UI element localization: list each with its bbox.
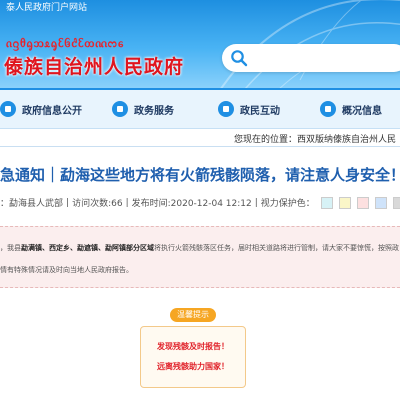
site-header: 泰人民政府门户网站 ᦵᦋᦲᧂᦘᦸᧂᦷᦑᦺᦷᦎᦶᦂᧈ 傣族自治州人民政府 bbox=[0, 0, 400, 88]
article-paragraph: 情有特殊情况请及时向当地人民政府报告。 bbox=[0, 266, 133, 274]
vision-protection-label: 视力保护色： bbox=[260, 199, 315, 209]
dai-script-title: ᦵᦋᦲᧂᦘᦸᧂᦷᦑᦺᦷᦎᦶᦂᧈ bbox=[6, 36, 125, 50]
info-icon bbox=[320, 101, 336, 117]
nav-label: 政务服务 bbox=[134, 105, 174, 117]
notice-box: 发现残骸及时报告！ 远离残骸助力国家！ bbox=[140, 326, 246, 388]
notice-badge: 温馨提示 bbox=[170, 308, 216, 322]
service-icon bbox=[112, 101, 128, 117]
color-swatch-pink[interactable] bbox=[356, 196, 369, 209]
nav-item-gov-info[interactable]: 政府信息公开 bbox=[0, 96, 82, 122]
color-swatch-yellow[interactable] bbox=[338, 196, 351, 209]
breadcrumb[interactable]: 您现在的位置：西双版纳傣族自治州人民 bbox=[234, 132, 396, 145]
article-time: 发布时间:2020-12-04 12:12 bbox=[131, 199, 252, 209]
search-input[interactable] bbox=[222, 44, 400, 72]
article-source: ：勐海县人武部 bbox=[0, 199, 64, 209]
notice-line: 远离残骸助力国家！ bbox=[157, 362, 229, 371]
nav-label: 政府信息公开 bbox=[22, 105, 82, 117]
article-title: 急通知｜勐海这些地方将有火箭残骸陨落，请注意人身安全！ bbox=[0, 166, 400, 184]
search-icon[interactable] bbox=[230, 49, 248, 67]
nav-item-gov-service[interactable]: 政务服务 bbox=[112, 96, 174, 122]
article-paragraph: ，我县勐满镇、西定乡、勐遮镇、勐阿镇部分区域将执行火箭残骸落区任务，届时相关道路… bbox=[0, 244, 399, 252]
color-swatch-blue[interactable] bbox=[374, 196, 387, 209]
color-swatch-cyan[interactable] bbox=[320, 196, 333, 209]
notice-line: 发现残骸及时报告！ bbox=[157, 342, 229, 351]
nav-label: 概况信息 bbox=[342, 105, 382, 117]
nav-item-interaction[interactable]: 政民互动 bbox=[218, 96, 280, 122]
chat-icon bbox=[218, 101, 234, 117]
top-site-link[interactable]: 泰人民政府门户网站 bbox=[6, 0, 87, 13]
nav-label: 政民互动 bbox=[240, 105, 280, 117]
document-icon bbox=[0, 101, 16, 117]
article-body: ，我县勐满镇、西定乡、勐遮镇、勐阿镇部分区域将执行火箭残骸落区任务，届时相关道路… bbox=[0, 226, 400, 288]
article-views: 访问次数:66 bbox=[72, 199, 123, 209]
site-title: 傣族自治州人民政府 bbox=[4, 56, 185, 78]
nav-item-overview[interactable]: 概况信息 bbox=[320, 96, 382, 122]
main-nav: 政府信息公开 政务服务 政民互动 概况信息 bbox=[0, 88, 400, 129]
color-swatch-gray[interactable] bbox=[392, 196, 400, 209]
article-meta: ：勐海县人武部 | 访问次数:66 | 发布时间:2020-12-04 12:1… bbox=[0, 196, 400, 209]
divider bbox=[0, 146, 400, 147]
highlighted-areas: 勐满镇、西定乡、勐遮镇、勐阿镇部分区域 bbox=[21, 244, 154, 252]
